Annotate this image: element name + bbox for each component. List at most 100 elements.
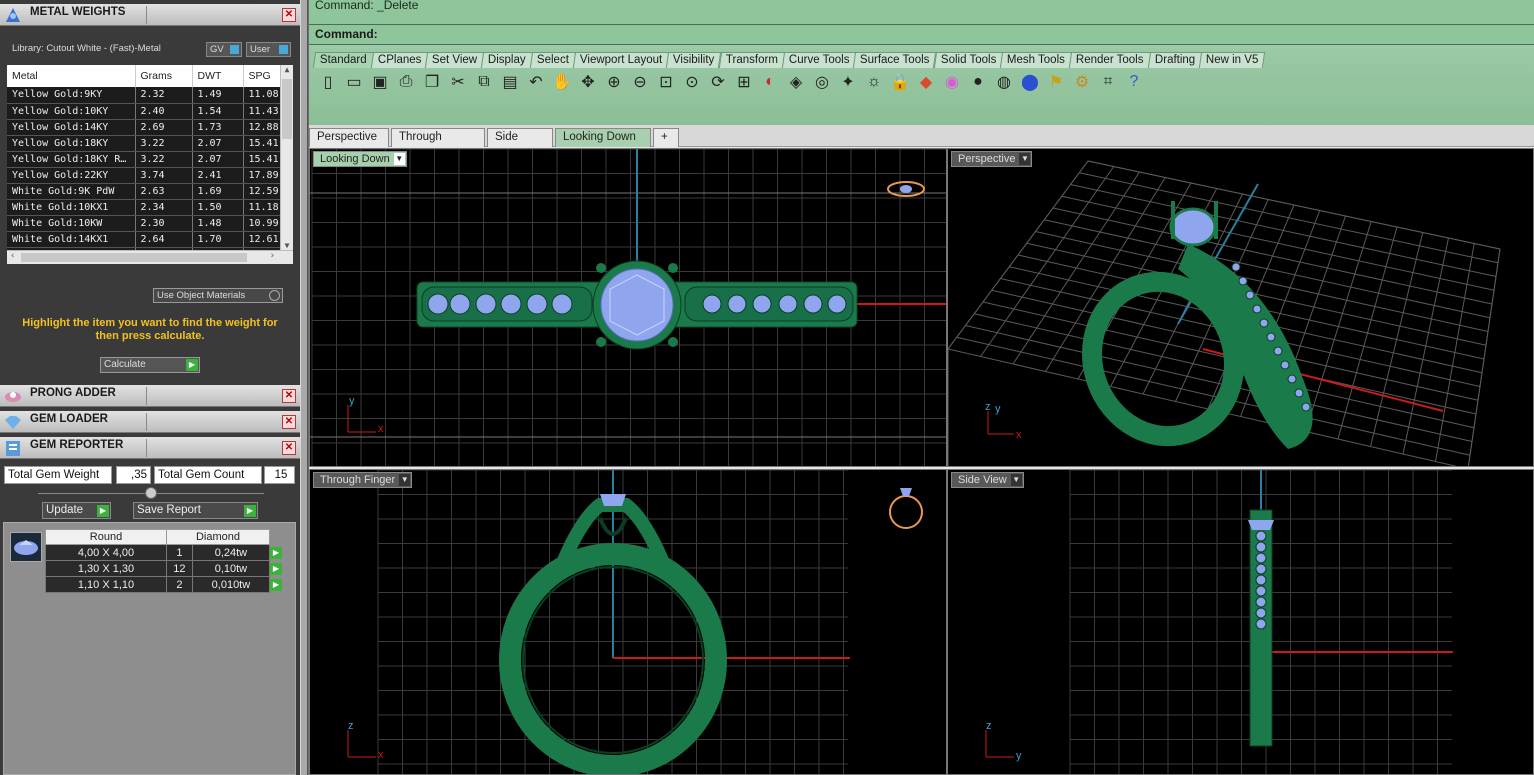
copy-icon[interactable]: ⧉	[473, 71, 495, 93]
cut-icon[interactable]: ✂	[447, 71, 469, 93]
zoom-extents-icon[interactable]: ⊡	[655, 71, 677, 93]
close-icon[interactable]: ✕	[282, 8, 296, 22]
add-viewport-tab-button[interactable]: +	[653, 128, 679, 147]
calculate-button[interactable]: Calculate ▶	[100, 357, 200, 373]
tab-surface-tools[interactable]: Surface Tools	[853, 52, 937, 68]
point-on-icon[interactable]: ◎	[811, 71, 833, 93]
gear-settings-icon[interactable]: ⚙	[1071, 71, 1093, 93]
tab-set-view[interactable]: Set View	[425, 52, 485, 68]
close-icon[interactable]: ✕	[282, 415, 296, 429]
metal-table[interactable]: Metal Grams DWT SPG Yellow Gold:9KY 2.32 1…	[7, 65, 293, 264]
zoom-dynamic-icon[interactable]: ⊖	[629, 71, 651, 93]
tab-mesh-tools[interactable]: Mesh Tools	[999, 52, 1073, 68]
help-icon[interactable]: ?	[1123, 71, 1145, 93]
rotate-view-icon[interactable]: ⟳	[707, 71, 729, 93]
viewport-label-side-view[interactable]: Side View ▼	[951, 472, 1024, 488]
prong-adder-header[interactable]: PRONG ADDER ✕	[0, 385, 300, 407]
viewport-side-view[interactable]: z y Side View ▼	[947, 469, 1534, 775]
four-viewports-icon[interactable]: ⊞	[733, 71, 755, 93]
chevron-down-icon[interactable]: ▼	[1010, 474, 1022, 486]
car-tool-icon[interactable]: ◐	[759, 71, 781, 93]
sphere-render-icon[interactable]: ●	[967, 71, 989, 93]
save-icon[interactable]: ▣	[369, 71, 391, 93]
viewport-label-perspective[interactable]: Perspective ▼	[951, 151, 1033, 167]
panel-splitter[interactable]	[300, 0, 308, 775]
open-folder-icon[interactable]: ▭	[343, 71, 365, 93]
gem-table[interactable]: Round Diamond 4,00 X 4,00 1 0,24tw ▶ 1,30 X …	[45, 529, 282, 593]
light-bulb-icon[interactable]: ☼	[863, 71, 885, 93]
command-prompt[interactable]: Command:	[309, 24, 1534, 45]
table-row[interactable]: 1,10 X 1,10 2 0,010tw ▶	[45, 576, 282, 593]
color-wheel-icon[interactable]: ◉	[941, 71, 963, 93]
col-grams[interactable]: Grams	[135, 65, 193, 87]
tab-viewport-layout[interactable]: Viewport Layout	[572, 52, 670, 68]
col-dwt[interactable]: DWT	[192, 65, 244, 87]
pan-hand-icon[interactable]: ✋	[551, 71, 573, 93]
table-row[interactable]: 4,00 X 4,00 1 0,24tw ▶	[45, 544, 282, 561]
tab-render-tools[interactable]: Render Tools	[1068, 52, 1151, 68]
gem-slider-knob[interactable]	[145, 487, 157, 499]
tab-solid-tools[interactable]: Solid Tools	[933, 52, 1004, 68]
table-row[interactable]: 1,30 X 1,30 12 0,10tw ▶	[45, 560, 282, 577]
tab-visibility[interactable]: Visibility	[666, 52, 722, 68]
new-file-icon[interactable]: ▯	[317, 71, 339, 93]
zoom-selected-icon[interactable]: ⊙	[681, 71, 703, 93]
total-gem-weight-value[interactable]: ,35	[116, 466, 151, 484]
table-row[interactable]: Yellow Gold:9KY 2.32 1.49 11.08	[7, 87, 281, 104]
layer-tool-icon[interactable]: ◈	[785, 71, 807, 93]
update-button[interactable]: Update ▶	[42, 502, 111, 519]
col-spg[interactable]: SPG	[243, 65, 281, 87]
layers-color-icon[interactable]: ◆	[915, 71, 937, 93]
table-row[interactable]: Yellow Gold:18KY 3.22 2.07 15.41	[7, 135, 281, 152]
chevron-down-icon[interactable]: ▼	[393, 153, 405, 165]
tab-select[interactable]: Select	[529, 52, 577, 68]
use-object-materials[interactable]: Use Object Materials	[153, 288, 283, 303]
snap-tool-icon[interactable]: ⌗	[1097, 71, 1119, 93]
chevron-down-icon[interactable]: ▼	[1019, 153, 1031, 165]
chevron-down-icon[interactable]: ▼	[399, 474, 411, 486]
save-report-button[interactable]: Save Report ▶	[133, 502, 258, 519]
table-row[interactable]: Yellow Gold:10KY 2.40 1.54 11.43	[7, 103, 281, 120]
table-row[interactable]: Yellow Gold:22KY 3.74 2.41 17.89	[7, 167, 281, 184]
tab-cplanes[interactable]: CPlanes	[370, 52, 429, 68]
viewport-tab-side-view[interactable]: Side View	[487, 128, 553, 160]
gv-toggle[interactable]: GV	[206, 42, 242, 57]
metal-weights-header[interactable]: METAL WEIGHTS ✕	[0, 4, 300, 26]
total-gem-count-value[interactable]: 15	[264, 466, 295, 484]
vertical-scrollbar[interactable]: ▲ ▼	[280, 65, 293, 250]
shade-icon[interactable]: ◍	[993, 71, 1015, 93]
dimension-icon[interactable]: ✦	[837, 71, 859, 93]
viewport-tab-looking-down[interactable]: Looking Down	[555, 128, 651, 147]
table-row[interactable]: White Gold:10KX1 2.34 1.50 11.18	[7, 199, 281, 216]
viewport-tab-perspective[interactable]: Perspective	[309, 128, 389, 147]
viewport-tab-through-finger[interactable]: Through Finger	[391, 128, 485, 160]
undo-icon[interactable]: ↶	[525, 71, 547, 93]
col-metal[interactable]: Metal	[7, 65, 136, 87]
tab-drafting[interactable]: Drafting	[1147, 52, 1202, 68]
play-icon[interactable]: ▶	[270, 563, 282, 575]
viewport-looking-down[interactable]: y x Looking Down ▼	[309, 148, 947, 467]
horizontal-scrollbar[interactable]: ‹ ›	[7, 250, 293, 264]
zoom-window-icon[interactable]: ⊕	[603, 71, 625, 93]
viewport-perspective[interactable]: z y x Perspective ▼	[947, 148, 1534, 467]
play-icon[interactable]: ▶	[270, 547, 282, 559]
user-toggle[interactable]: User	[246, 42, 291, 57]
print-icon[interactable]: ⎙	[395, 71, 417, 93]
table-row[interactable]: Yellow Gold:14KY 2.69 1.73 12.88	[7, 119, 281, 136]
tab-display[interactable]: Display	[481, 52, 534, 68]
tab-new-in-v5[interactable]: New in V5	[1198, 52, 1266, 68]
table-row[interactable]: Yellow Gold:18KY R… 3.22 2.07 15.41	[7, 151, 281, 168]
play-icon[interactable]: ▶	[270, 579, 282, 591]
table-row[interactable]: White Gold:9K PdW 2.63 1.69 12.59	[7, 183, 281, 200]
paste-icon[interactable]: ▤	[499, 71, 521, 93]
round-gem-thumbnail[interactable]	[10, 532, 42, 562]
close-icon[interactable]: ✕	[282, 389, 296, 403]
close-icon[interactable]: ✕	[282, 441, 296, 455]
tab-transform[interactable]: Transform	[718, 52, 785, 68]
table-row[interactable]: White Gold:14KX1 2.64 1.70 12.61	[7, 231, 281, 248]
gem-reporter-header[interactable]: GEM REPORTER ✕	[0, 437, 300, 459]
flag-tool-icon[interactable]: ⚑	[1045, 71, 1067, 93]
lock-icon[interactable]: 🔒	[889, 71, 911, 93]
viewport-label-through-finger[interactable]: Through Finger ▼	[313, 472, 413, 488]
table-row[interactable]: White Gold:10KW 2.30 1.48 10.99	[7, 215, 281, 232]
